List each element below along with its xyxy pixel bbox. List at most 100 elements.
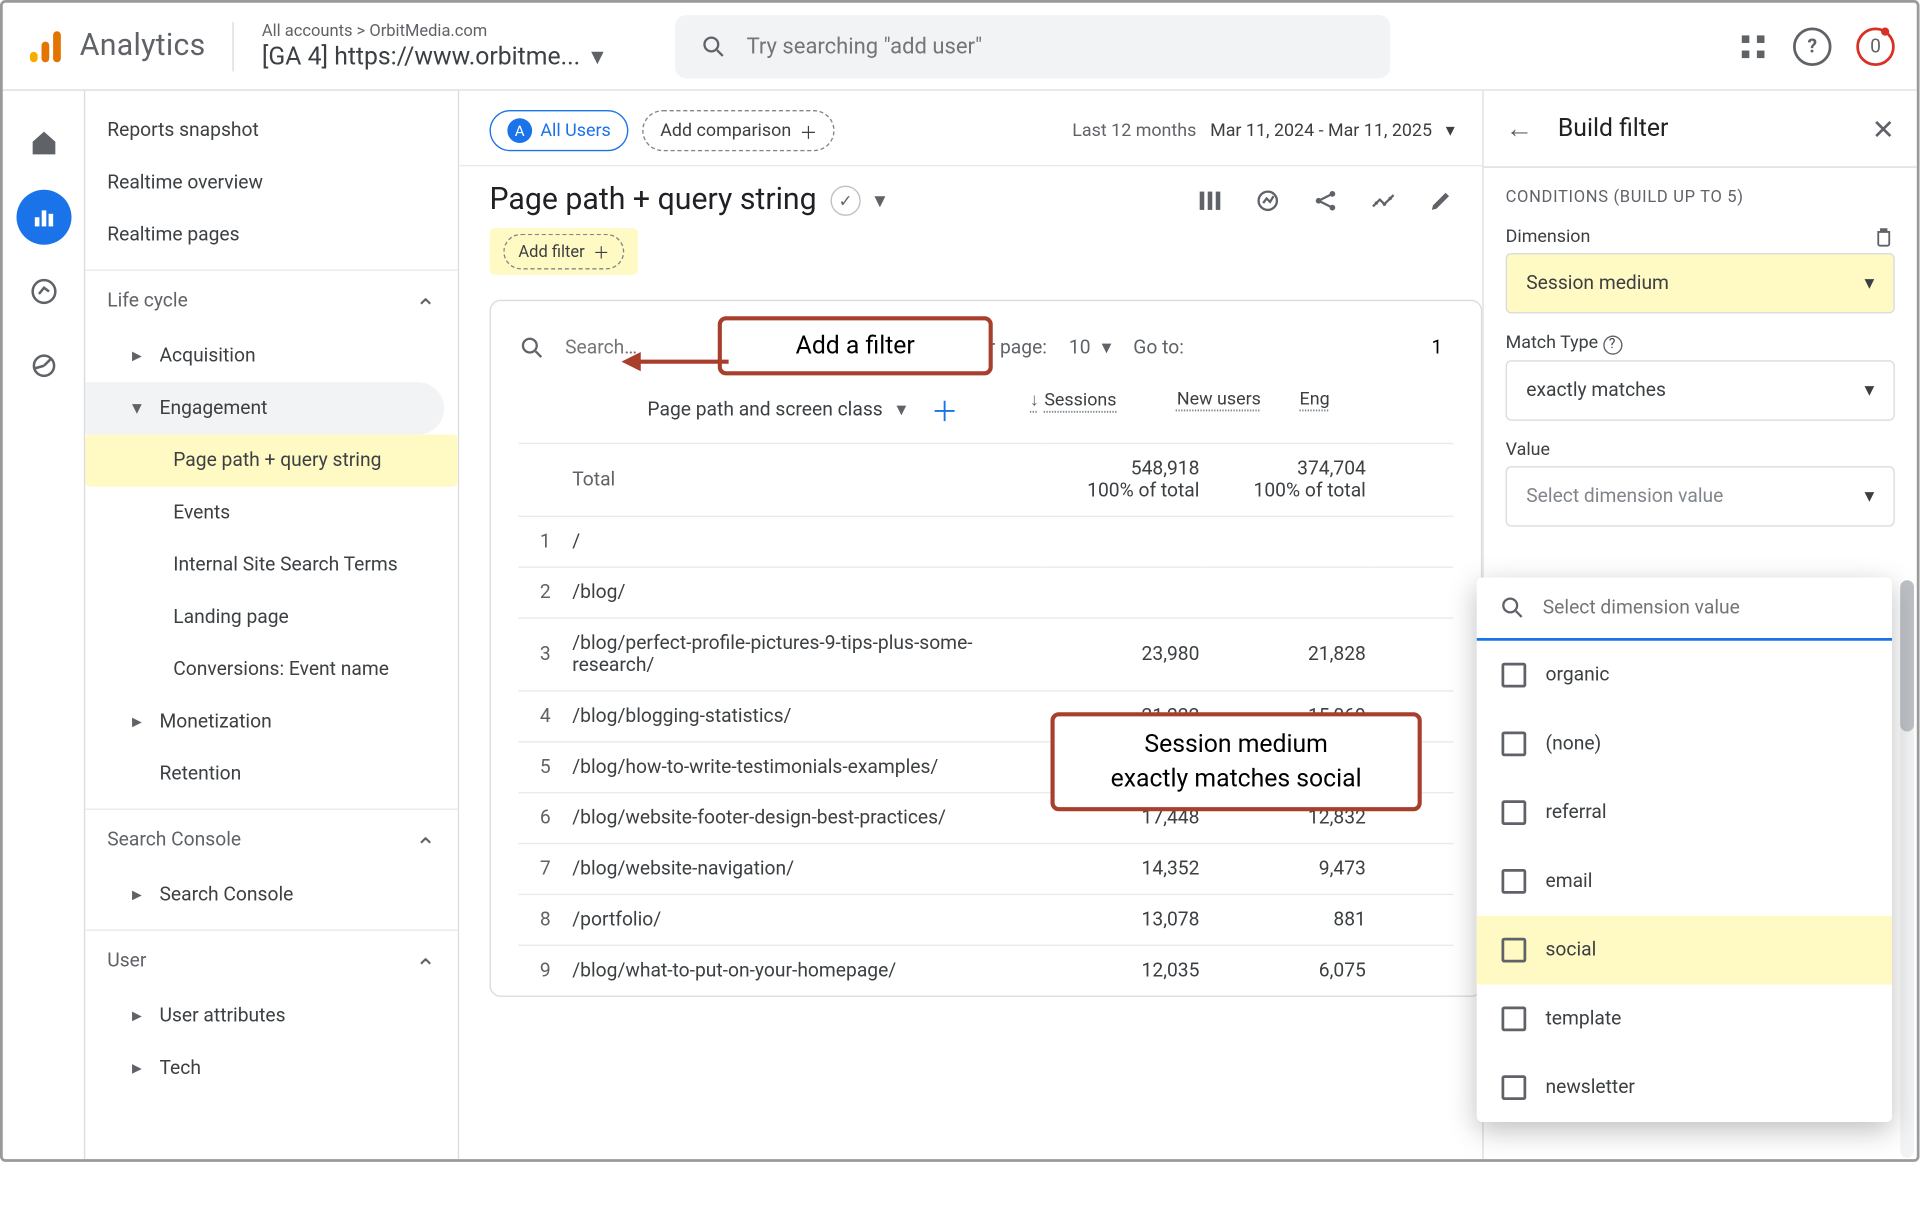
scrollbar[interactable] bbox=[1900, 580, 1914, 1158]
section-user[interactable]: User bbox=[85, 930, 458, 991]
compare-icon[interactable] bbox=[1196, 186, 1224, 214]
report-title: Page path + query string bbox=[490, 183, 817, 217]
chevron-up-icon bbox=[415, 825, 436, 854]
nav-retention[interactable]: Retention bbox=[85, 748, 458, 800]
annotation-add-filter: Add a filter bbox=[718, 316, 993, 375]
share-icon[interactable] bbox=[1312, 186, 1340, 214]
value-select[interactable]: Select dimension value▾ bbox=[1506, 465, 1895, 526]
goto-input[interactable] bbox=[1206, 329, 1454, 368]
checkbox-icon bbox=[1502, 938, 1527, 963]
nav-acquisition[interactable]: ▸Acquisition bbox=[85, 330, 458, 382]
add-dimension-icon[interactable]: ＋ bbox=[931, 389, 959, 429]
edit-icon[interactable] bbox=[1427, 186, 1455, 214]
report-nav: Reports snapshot Realtime overview Realt… bbox=[85, 91, 459, 1159]
dimension-select[interactable]: Page path and screen class bbox=[647, 398, 882, 420]
trend-icon[interactable] bbox=[1370, 186, 1398, 214]
table-row[interactable]: 8/portfolio/13,078881 bbox=[518, 894, 1453, 945]
chevron-down-icon[interactable]: ▾ bbox=[896, 398, 906, 420]
analytics-logo-icon bbox=[25, 25, 66, 66]
sort-desc-icon bbox=[1030, 391, 1044, 412]
match-type-select[interactable]: exactly matches▾ bbox=[1506, 360, 1895, 421]
nav-reports-snapshot[interactable]: Reports snapshot bbox=[85, 105, 458, 157]
rail-explore[interactable] bbox=[16, 264, 71, 319]
rail-reports[interactable] bbox=[16, 190, 71, 245]
annotation-filter-desc: Session medium exactly matches social bbox=[1051, 712, 1422, 812]
dimension-select[interactable]: Session medium▾ bbox=[1506, 253, 1895, 314]
chevron-down-icon[interactable]: ▾ bbox=[874, 187, 885, 213]
close-icon[interactable]: ✕ bbox=[1872, 112, 1895, 145]
insights-icon[interactable] bbox=[1254, 186, 1282, 214]
table-row[interactable]: 7/blog/website-navigation/14,3529,473 bbox=[518, 844, 1453, 895]
option-template[interactable]: template bbox=[1477, 985, 1892, 1054]
option-social[interactable]: social bbox=[1477, 916, 1892, 985]
chevron-down-icon: ▾ bbox=[591, 43, 603, 72]
popover-search-input[interactable] bbox=[1543, 597, 1870, 619]
nav-realtime-pages[interactable]: Realtime pages bbox=[85, 209, 458, 261]
section-search-console[interactable]: Search Console bbox=[85, 809, 458, 870]
option-none[interactable]: (none) bbox=[1477, 710, 1892, 779]
add-filter-button[interactable]: Add filter＋ bbox=[503, 234, 624, 270]
checkbox-icon bbox=[1502, 663, 1527, 688]
table-row[interactable]: 2/blog/ bbox=[518, 567, 1453, 618]
panel-title: Build filter bbox=[1558, 114, 1669, 143]
table-row[interactable]: 1/ bbox=[518, 516, 1453, 567]
nav-realtime-overview[interactable]: Realtime overview bbox=[85, 157, 458, 209]
help-icon[interactable]: ? bbox=[1793, 27, 1832, 66]
global-search[interactable] bbox=[675, 14, 1390, 77]
col-new-users[interactable]: New users bbox=[1117, 389, 1261, 429]
nav-rail bbox=[3, 91, 86, 1159]
nav-monetization[interactable]: ▸Monetization bbox=[85, 696, 458, 748]
option-email[interactable]: email bbox=[1477, 847, 1892, 916]
apps-grid-icon[interactable] bbox=[1738, 31, 1768, 61]
topbar: Analytics All accounts > OrbitMedia.com … bbox=[3, 3, 1917, 91]
chevron-down-icon: ▾ bbox=[1864, 272, 1874, 294]
help-icon[interactable]: ? bbox=[1603, 335, 1622, 354]
table-row[interactable]: 9/blog/what-to-put-on-your-homepage/12,0… bbox=[518, 945, 1453, 995]
dimension-label: Dimension bbox=[1506, 226, 1591, 247]
option-newsletter[interactable]: newsletter bbox=[1477, 1053, 1892, 1122]
report-main: AAll Users Add comparison＋ Last 12 month… bbox=[459, 91, 1482, 1159]
match-type-label: Match Type bbox=[1506, 333, 1598, 354]
trash-icon[interactable] bbox=[1873, 226, 1895, 248]
col-sessions[interactable]: Sessions bbox=[972, 389, 1116, 429]
rail-advertising[interactable] bbox=[16, 338, 71, 393]
section-life-cycle[interactable]: Life cycle bbox=[85, 270, 458, 331]
goto-label: Go to: bbox=[1133, 337, 1184, 359]
col-engaged[interactable]: Eng bbox=[1261, 389, 1330, 429]
nav-user-attributes[interactable]: ▸User attributes bbox=[85, 990, 458, 1042]
notifications-icon[interactable]: 0 bbox=[1856, 27, 1895, 66]
annotation-arrow-icon bbox=[622, 349, 729, 374]
value-label: Value bbox=[1506, 439, 1895, 460]
back-arrow-icon[interactable]: ← bbox=[1506, 111, 1534, 145]
rows-per-page-select[interactable]: 10▾ bbox=[1069, 337, 1111, 359]
breadcrumb: All accounts > OrbitMedia.com bbox=[262, 21, 604, 40]
search-icon bbox=[1499, 594, 1527, 622]
search-icon bbox=[700, 32, 728, 60]
chevron-down-icon: ▾ bbox=[1446, 120, 1455, 141]
nav-events[interactable]: Events bbox=[85, 487, 458, 539]
chevron-down-icon: ▾ bbox=[1864, 379, 1874, 401]
nav-engagement[interactable]: ▾Engagement bbox=[85, 382, 444, 434]
nav-search-console[interactable]: ▸Search Console bbox=[85, 869, 458, 921]
check-circle-icon[interactable]: ✓ bbox=[830, 185, 860, 215]
account-selector[interactable]: All accounts > OrbitMedia.com [GA 4] htt… bbox=[262, 21, 604, 72]
option-organic[interactable]: organic bbox=[1477, 641, 1892, 710]
nav-landing-page[interactable]: Landing page bbox=[85, 591, 458, 643]
nav-internal-search[interactable]: Internal Site Search Terms bbox=[85, 539, 458, 591]
scrollbar-thumb[interactable] bbox=[1900, 580, 1914, 731]
rail-home[interactable] bbox=[16, 116, 71, 171]
search-icon bbox=[518, 334, 546, 362]
search-input[interactable] bbox=[747, 33, 1366, 59]
checkbox-icon bbox=[1502, 869, 1527, 894]
checkbox-icon bbox=[1502, 800, 1527, 825]
caret-right-icon: ▸ bbox=[132, 711, 146, 733]
nav-page-path[interactable]: Page path + query string bbox=[85, 435, 458, 487]
date-range-picker[interactable]: Last 12 months Mar 11, 2024 - Mar 11, 20… bbox=[1072, 120, 1482, 141]
nav-conversions[interactable]: Conversions: Event name bbox=[85, 644, 458, 696]
chip-all-users[interactable]: AAll Users bbox=[490, 110, 629, 151]
option-referral[interactable]: referral bbox=[1477, 778, 1892, 847]
chip-add-comparison[interactable]: Add comparison＋ bbox=[642, 110, 835, 151]
table-row[interactable]: 3/blog/perfect-profile-pictures-9-tips-p… bbox=[518, 618, 1453, 691]
nav-tech[interactable]: ▸Tech bbox=[85, 1042, 458, 1094]
caret-right-icon: ▸ bbox=[132, 884, 146, 906]
